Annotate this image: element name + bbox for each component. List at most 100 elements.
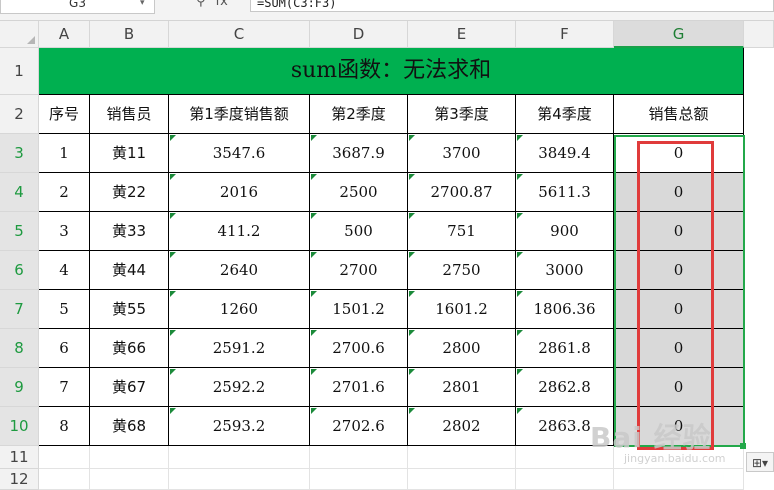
table-cell[interactable]: 751	[408, 212, 516, 251]
header-cell[interactable]: 第2季度	[310, 95, 408, 134]
table-cell[interactable]: 2702.6	[310, 407, 408, 446]
row-header-2[interactable]: 2	[0, 95, 39, 134]
table-cell[interactable]: 2592.2	[169, 368, 310, 407]
table-cell[interactable]: 2750	[408, 251, 516, 290]
chevron-down-icon[interactable]: ▾	[140, 0, 145, 8]
table-cell[interactable]: 黄55	[90, 290, 169, 329]
column-header-g[interactable]: G	[614, 21, 744, 48]
header-cell[interactable]: 第3季度	[408, 95, 516, 134]
row-header-5[interactable]: 5	[0, 212, 39, 251]
table-cell[interactable]: 2701.6	[310, 368, 408, 407]
table-cell[interactable]: 3849.4	[516, 134, 614, 173]
table-cell[interactable]: 2640	[169, 251, 310, 290]
table-cell[interactable]: 7	[39, 368, 90, 407]
text-number-indicator-icon	[311, 408, 317, 414]
table-cell[interactable]: 黄68	[90, 407, 169, 446]
row-header-12[interactable]: 12	[0, 469, 39, 490]
sheet-title-cell[interactable]: sum函数：无法求和	[39, 48, 744, 95]
row-header-8[interactable]: 8	[0, 329, 39, 368]
table-cell[interactable]: 3547.6	[169, 134, 310, 173]
fill-handle[interactable]	[740, 443, 746, 449]
empty-cell[interactable]	[310, 446, 408, 469]
table-cell[interactable]: 2700.6	[310, 329, 408, 368]
row-header-10[interactable]: 10	[0, 407, 39, 446]
header-cell[interactable]: 序号	[39, 95, 90, 134]
table-cell[interactable]: 1260	[169, 290, 310, 329]
table-cell[interactable]: 2861.8	[516, 329, 614, 368]
cell-value: 2862.8	[538, 378, 591, 396]
table-cell[interactable]: 4	[39, 251, 90, 290]
table-cell[interactable]: 1601.2	[408, 290, 516, 329]
empty-cell[interactable]	[169, 446, 310, 469]
table-cell[interactable]: 2016	[169, 173, 310, 212]
table-cell[interactable]: 3000	[516, 251, 614, 290]
text-number-indicator-icon	[170, 135, 176, 141]
cell-value: 2016	[219, 183, 259, 201]
row-header-6[interactable]: 6	[0, 251, 39, 290]
table-cell[interactable]: 黄22	[90, 173, 169, 212]
table-cell[interactable]: 5	[39, 290, 90, 329]
cell-value: 3849.4	[538, 144, 591, 162]
row-header-1[interactable]: 1	[0, 48, 39, 95]
table-cell[interactable]: 2800	[408, 329, 516, 368]
table-cell[interactable]: 3687.9	[310, 134, 408, 173]
table-cell[interactable]: 411.2	[169, 212, 310, 251]
table-cell[interactable]: 黄11	[90, 134, 169, 173]
row-header-11[interactable]: 11	[0, 446, 39, 469]
header-cell[interactable]: 销售总额	[614, 95, 744, 134]
table-cell[interactable]: 2862.8	[516, 368, 614, 407]
header-cell[interactable]: 销售员	[90, 95, 169, 134]
text-number-indicator-icon	[170, 330, 176, 336]
table-cell[interactable]: 1	[39, 134, 90, 173]
select-all-corner[interactable]	[0, 21, 39, 48]
cell-value: 2863.8	[538, 417, 591, 435]
formula-input[interactable]: =SUM(C3:F3)	[250, 0, 774, 12]
table-cell[interactable]: 2593.2	[169, 407, 310, 446]
fx-icon[interactable]: fx	[216, 0, 228, 9]
empty-cell[interactable]	[39, 469, 90, 490]
name-box[interactable]: G3	[0, 0, 155, 14]
table-cell[interactable]: 6	[39, 329, 90, 368]
row-header-4[interactable]: 4	[0, 173, 39, 212]
table-cell[interactable]: 1806.36	[516, 290, 614, 329]
table-cell[interactable]: 2700	[310, 251, 408, 290]
table-cell[interactable]: 5611.3	[516, 173, 614, 212]
paste-options-icon[interactable]: ⊞▾	[746, 452, 774, 472]
table-cell[interactable]: 2500	[310, 173, 408, 212]
table-cell[interactable]: 3700	[408, 134, 516, 173]
row-header-9[interactable]: 9	[0, 368, 39, 407]
table-cell[interactable]: 黄67	[90, 368, 169, 407]
column-header-c[interactable]: C	[169, 21, 310, 48]
column-header-e[interactable]: E	[408, 21, 516, 48]
header-cell[interactable]: 第1季度销售额	[169, 95, 310, 134]
column-header-d[interactable]: D	[310, 21, 408, 48]
table-cell[interactable]: 2	[39, 173, 90, 212]
empty-cell[interactable]	[408, 469, 516, 490]
empty-cell[interactable]	[169, 469, 310, 490]
table-cell[interactable]: 2591.2	[169, 329, 310, 368]
table-cell[interactable]: 3	[39, 212, 90, 251]
column-header-b[interactable]: B	[90, 21, 169, 48]
column-header-a[interactable]: A	[39, 21, 90, 48]
empty-cell[interactable]	[408, 446, 516, 469]
row-header-7[interactable]: 7	[0, 290, 39, 329]
table-cell[interactable]: 500	[310, 212, 408, 251]
empty-cell[interactable]	[39, 446, 90, 469]
table-cell[interactable]: 8	[39, 407, 90, 446]
table-cell[interactable]: 2700.87	[408, 173, 516, 212]
empty-cell[interactable]	[90, 446, 169, 469]
table-cell[interactable]: 黄44	[90, 251, 169, 290]
empty-cell[interactable]	[90, 469, 169, 490]
table-cell[interactable]: 900	[516, 212, 614, 251]
table-cell[interactable]: 黄33	[90, 212, 169, 251]
row-header-3[interactable]: 3	[0, 134, 39, 173]
column-header-f[interactable]: F	[516, 21, 614, 48]
cell-value: 500	[344, 222, 373, 240]
empty-cell[interactable]	[310, 469, 408, 490]
zoom-icon[interactable]: ⚲	[196, 0, 206, 9]
table-cell[interactable]: 2801	[408, 368, 516, 407]
table-cell[interactable]: 1501.2	[310, 290, 408, 329]
header-cell[interactable]: 第4季度	[516, 95, 614, 134]
table-cell[interactable]: 2802	[408, 407, 516, 446]
table-cell[interactable]: 黄66	[90, 329, 169, 368]
